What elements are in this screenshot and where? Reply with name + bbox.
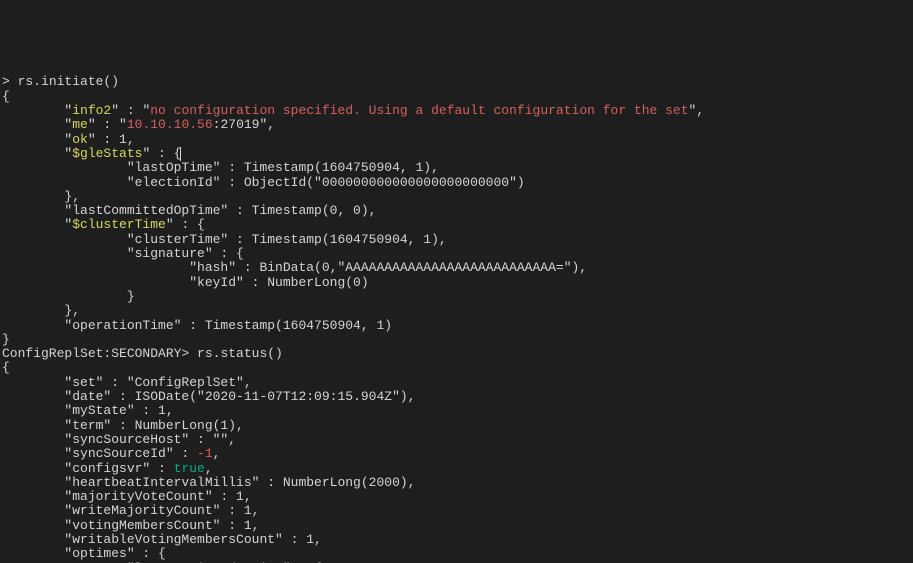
brace-open-2: { (2, 360, 10, 375)
line-info2: "info2" : "no configuration specified. U… (2, 103, 704, 118)
line-electionid: "electionId" : ObjectId("000000000000000… (2, 175, 525, 190)
line-clustertime-close: }, (2, 303, 80, 318)
key-me: me (72, 117, 88, 132)
line-set: "set" : "ConfigReplSet", (2, 375, 252, 390)
line-writemajoritycount: "writeMajorityCount" : 1, (2, 503, 259, 518)
prompt-2[interactable]: ConfigReplSet:SECONDARY> rs.status() (2, 346, 283, 361)
key-ok: ok (72, 132, 88, 147)
line-date: "date" : ISODate("2020-11-07T12:09:15.90… (2, 389, 415, 404)
line-majorityvotecount: "majorityVoteCount" : 1, (2, 489, 252, 504)
key-clustertime: $clusterTime (72, 217, 166, 232)
line-votingmemberscount: "votingMembersCount" : 1, (2, 518, 259, 533)
line-optimes-lco-open: "lastCommittedOpTime" : { (2, 561, 322, 563)
line-writablevotingmemberscount: "writableVotingMembersCount" : 1, (2, 532, 322, 547)
line-clustertime-open: "$clusterTime" : { (2, 217, 205, 232)
line-syncsourceid: "syncSourceId" : -1, (2, 446, 220, 461)
brace-open-1: { (2, 89, 10, 104)
line-ok: "ok" : 1, (2, 132, 135, 147)
line-heartbeatinterval: "heartbeatIntervalMillis" : NumberLong(2… (2, 475, 415, 490)
key-info2: info2 (72, 103, 111, 118)
brace-close-1: } (2, 332, 10, 347)
line-mystate: "myState" : 1, (2, 403, 174, 418)
text-cursor (180, 147, 181, 161)
line-glestats-close: }, (2, 189, 80, 204)
line-clustertime-val: "clusterTime" : Timestamp(1604750904, 1)… (2, 232, 447, 247)
line-signature-open: "signature" : { (2, 246, 244, 261)
key-glestats: $gleStats (72, 146, 142, 161)
line-operationtime: "operationTime" : Timestamp(1604750904, … (2, 318, 392, 333)
terminal-output: > rs.initiate() { "info2" : "no configur… (0, 71, 913, 563)
line-term: "term" : NumberLong(1), (2, 418, 244, 433)
value-configsvr: true (174, 461, 205, 476)
line-keyid: "keyId" : NumberLong(0) (2, 275, 369, 290)
line-glestats-open: "$gleStats" : { (2, 146, 181, 161)
value-info2: no configuration specified. Using a defa… (150, 103, 688, 118)
value-syncsourceid: -1 (197, 446, 213, 461)
line-hash: "hash" : BinData(0,"AAAAAAAAAAAAAAAAAAAA… (2, 260, 587, 275)
line-me: "me" : "10.10.10.56:27019", (2, 117, 275, 132)
line-configsvr: "configsvr" : true, (2, 461, 213, 476)
value-me-ip: 10.10.10.56 (127, 117, 213, 132)
line-syncsourcehost: "syncSourceHost" : "", (2, 432, 236, 447)
line-signature-close: } (2, 289, 135, 304)
line-lastcommittedoptime: "lastCommittedOpTime" : Timestamp(0, 0), (2, 203, 376, 218)
line-lastoptime: "lastOpTime" : Timestamp(1604750904, 1), (2, 160, 439, 175)
prompt-1: > rs.initiate() (2, 74, 119, 89)
